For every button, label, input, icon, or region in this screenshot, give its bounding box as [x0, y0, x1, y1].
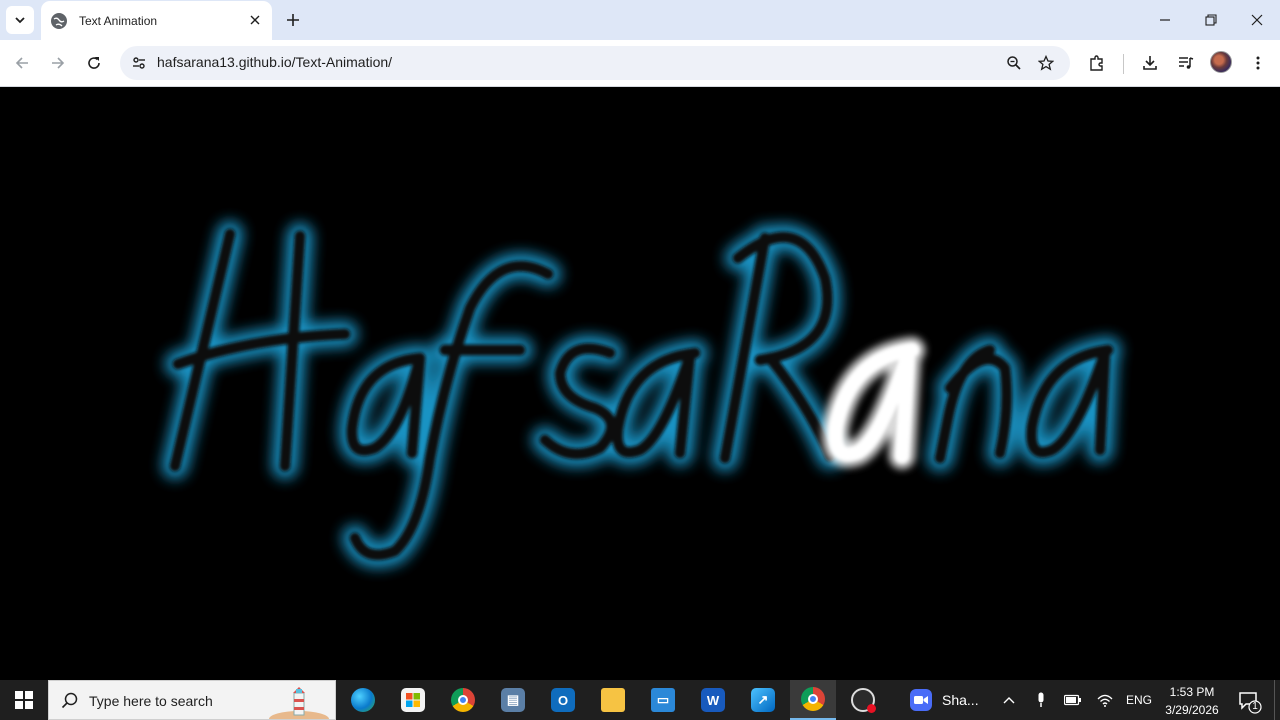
- wifi-button[interactable]: [1094, 680, 1116, 720]
- word-icon: W: [701, 688, 725, 712]
- taskbar-obs[interactable]: [840, 680, 886, 720]
- menu-button[interactable]: [1244, 49, 1272, 77]
- extensions-button[interactable]: [1083, 49, 1111, 77]
- zoom-button[interactable]: [1002, 51, 1026, 75]
- back-button[interactable]: [8, 49, 36, 77]
- photos-icon: ↗: [751, 688, 775, 712]
- plus-icon: [287, 14, 299, 26]
- chevron-up-icon: [1003, 697, 1015, 704]
- taskbar: Type here to search ▤ O ▭ W ↗ Sha... ENG…: [0, 680, 1280, 720]
- notification-center-button[interactable]: 1: [1236, 688, 1262, 714]
- restore-button[interactable]: [1188, 0, 1234, 40]
- search-icon: [61, 692, 78, 709]
- edge-icon: [351, 688, 375, 712]
- taskbar-store[interactable]: [390, 680, 436, 720]
- tab-close-button[interactable]: [246, 11, 264, 29]
- printer-icon: ▤: [501, 688, 525, 712]
- taskbar-search-box[interactable]: Type here to search: [48, 680, 336, 720]
- zoom-video-icon: [910, 689, 932, 711]
- close-icon: [250, 15, 260, 25]
- playlist-icon: [1179, 57, 1194, 69]
- bookmark-button[interactable]: [1034, 51, 1058, 75]
- taskbar-chrome-active[interactable]: [790, 680, 836, 720]
- clock[interactable]: 1:53 PM 3/29/2026: [1156, 683, 1228, 719]
- clock-time: 1:53 PM: [1169, 685, 1215, 699]
- taskbar-outlook[interactable]: O: [540, 680, 586, 720]
- taskbar-word[interactable]: W: [690, 680, 736, 720]
- globe-icon: [51, 12, 67, 29]
- taskbar-app-printer[interactable]: ▤: [490, 680, 536, 720]
- wifi-icon: [1097, 694, 1113, 707]
- browser-toolbar: hafsarana13.github.io/Text-Animation/: [0, 40, 1280, 87]
- chevron-down-icon: [15, 17, 25, 24]
- notification-count: 1: [1252, 701, 1258, 712]
- tab-text-animation[interactable]: Text Animation: [41, 1, 272, 40]
- close-icon: [1251, 14, 1263, 26]
- downloads-button[interactable]: [1136, 49, 1164, 77]
- lighthouse-icon: [269, 687, 329, 719]
- page-content: [0, 88, 1280, 680]
- puzzle-icon: [1090, 55, 1103, 71]
- start-button[interactable]: [0, 680, 48, 720]
- show-hidden-icons-button[interactable]: [998, 680, 1020, 720]
- reload-icon: [88, 57, 100, 69]
- close-window-button[interactable]: [1234, 0, 1280, 40]
- tune-icon: [133, 57, 145, 69]
- minimize-icon: [1160, 19, 1170, 21]
- outlook-icon: O: [551, 688, 575, 712]
- chrome-profile-icon: [801, 687, 825, 711]
- chrome-icon: [451, 688, 475, 712]
- profile-avatar[interactable]: [1210, 51, 1232, 73]
- tab-strip: Text Animation: [0, 0, 1280, 40]
- site-info-button[interactable]: [126, 50, 152, 76]
- show-desktop-button[interactable]: [1274, 680, 1280, 720]
- animated-text-svg: [162, 221, 1121, 568]
- search-placeholder: Type here to search: [89, 693, 213, 709]
- language-indicator[interactable]: ENG: [1124, 680, 1154, 720]
- clock-date: 3/29/2026: [1165, 703, 1219, 717]
- taskbar-file-explorer[interactable]: [590, 680, 636, 720]
- url-text[interactable]: hafsarana13.github.io/Text-Animation/: [157, 54, 392, 70]
- store-icon: [401, 688, 425, 712]
- folder-icon: [601, 688, 625, 712]
- forward-button[interactable]: [44, 49, 72, 77]
- star-icon: [1038, 55, 1054, 71]
- taskbar-edge[interactable]: [340, 680, 386, 720]
- obs-icon: [851, 688, 876, 713]
- minimize-button[interactable]: [1142, 0, 1188, 40]
- download-icon: [1143, 56, 1157, 70]
- reload-button[interactable]: [80, 49, 108, 77]
- address-bar[interactable]: hafsarana13.github.io/Text-Animation/: [120, 46, 1070, 80]
- battery-icon: [1064, 694, 1081, 706]
- arrow-left-icon: [15, 57, 28, 69]
- taskbar-chrome[interactable]: [440, 680, 486, 720]
- tab-search-button[interactable]: [6, 6, 34, 34]
- media-control-button[interactable]: [1172, 49, 1200, 77]
- arrow-right-icon: [52, 57, 65, 69]
- microphone-button[interactable]: [1030, 680, 1052, 720]
- microphone-icon: [1038, 692, 1044, 707]
- windows-logo-icon: [15, 691, 33, 709]
- tab-title: Text Animation: [79, 13, 158, 28]
- taskbar-app-photos[interactable]: ↗: [740, 680, 786, 720]
- taskbar-zoom[interactable]: Sha...: [906, 680, 986, 720]
- zoom-out-icon: [1007, 56, 1021, 70]
- window-icon: ▭: [651, 688, 675, 712]
- battery-button[interactable]: [1062, 680, 1084, 720]
- more-vert-icon: [1256, 56, 1260, 70]
- zoom-label: Sha...: [942, 692, 979, 708]
- restore-icon: [1205, 14, 1217, 26]
- new-tab-button[interactable]: [282, 9, 304, 31]
- taskbar-app-window[interactable]: ▭: [640, 680, 686, 720]
- toolbar-divider: [1123, 54, 1124, 74]
